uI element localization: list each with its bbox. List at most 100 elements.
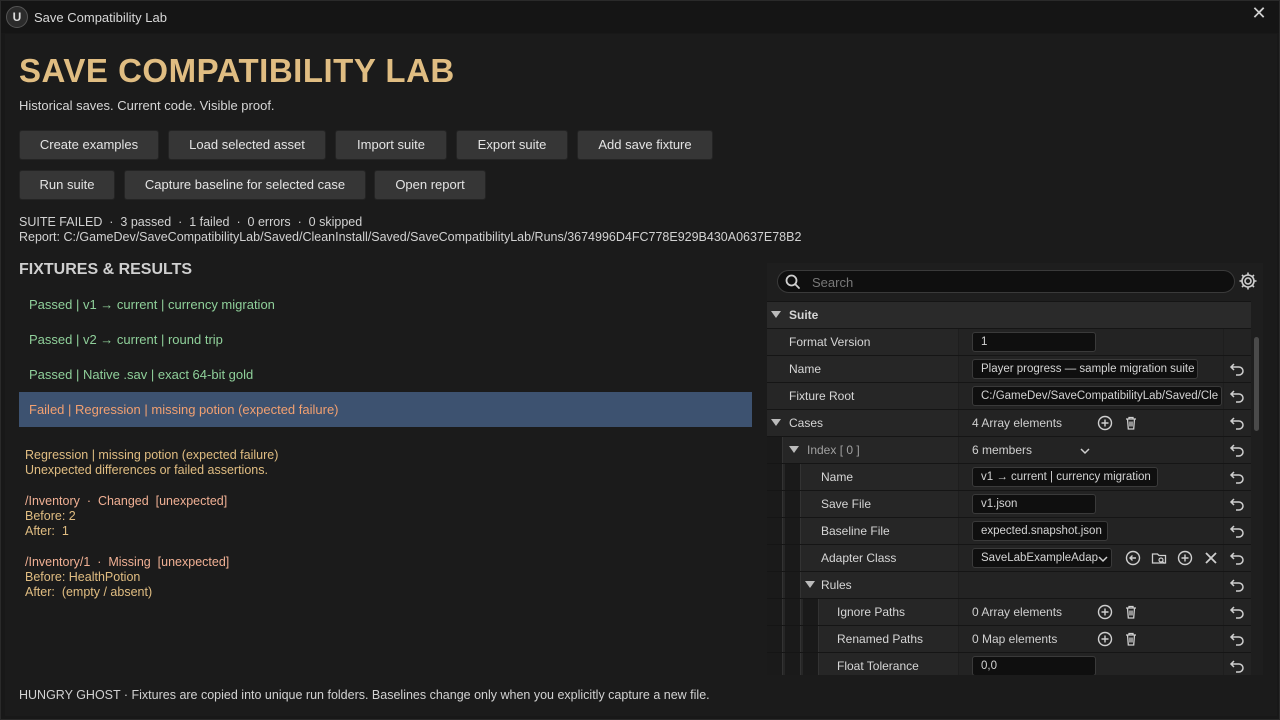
trash-icon[interactable]	[1123, 415, 1139, 431]
trash-icon[interactable]	[1123, 604, 1139, 620]
add-icon[interactable]	[1177, 550, 1193, 566]
indent-guide	[767, 626, 783, 652]
renamed-paths-count: 0 Map elements	[972, 632, 1058, 646]
search-input[interactable]	[812, 273, 1222, 291]
ignore-paths-count: 0 Array elements	[972, 605, 1063, 619]
format-version-field[interactable]: 1	[972, 332, 1096, 352]
diff-header: /Inventory/1 · Missing [unexpected]	[25, 555, 230, 569]
index-members: 6 members	[972, 443, 1033, 457]
indent-guide	[767, 491, 783, 517]
chevron-down-icon[interactable]	[1077, 443, 1093, 459]
chevron-down-icon[interactable]	[789, 446, 799, 453]
property-label: Rules	[821, 578, 852, 592]
chevron-down-icon[interactable]	[805, 581, 815, 588]
indent-guide	[803, 626, 819, 652]
property-label: Baseline File	[821, 524, 890, 538]
footer-text: HUNGRY GHOST · Fixtures are copied into …	[19, 688, 710, 702]
indent-guide	[785, 626, 801, 652]
indent-guide	[785, 545, 801, 571]
reset-arrow-icon[interactable]	[1229, 470, 1245, 484]
details-scrollbar[interactable]	[1254, 337, 1259, 431]
fixture-root-field[interactable]: C:/GameDev/SaveCompatibilityLab/Saved/Cl…	[972, 386, 1222, 406]
adapter-class-value: SaveLabExampleAdap	[981, 552, 1098, 564]
reset-arrow-icon[interactable]	[1229, 578, 1245, 592]
reset-arrow-icon[interactable]	[1229, 551, 1245, 565]
category-suite[interactable]: Suite	[767, 301, 1251, 328]
capture-baseline-button[interactable]: Capture baseline for selected case	[124, 170, 366, 200]
trash-icon[interactable]	[1123, 631, 1139, 647]
indent-guide	[785, 491, 801, 517]
report-path: Report: C:/GameDev/SaveCompatibilityLab/…	[19, 230, 802, 244]
reset-arrow-icon[interactable]	[1229, 416, 1245, 430]
app-window: U Save Compatibility Lab ✕ SAVE COMPATIB…	[0, 0, 1280, 720]
property-label: Format Version	[789, 335, 871, 349]
result-row[interactable]: Passed | v1 → current | currency migrati…	[19, 287, 752, 322]
value-cell	[959, 572, 1223, 598]
diff-before: Before: HealthPotion	[25, 570, 141, 584]
chevron-down-icon[interactable]	[771, 311, 781, 318]
detail-summary: Unexpected differences or failed asserti…	[25, 463, 268, 477]
page-title: SAVE COMPATIBILITY LAB	[19, 52, 455, 89]
add-save-fixture-button[interactable]: Add save fixture	[577, 130, 713, 160]
search-icon	[785, 274, 800, 289]
category-label: Suite	[789, 308, 819, 322]
baseline-file-field[interactable]: expected.snapshot.json	[972, 521, 1108, 541]
browse-folder-icon[interactable]	[1151, 550, 1167, 566]
property-label: Index [ 0 ]	[807, 443, 860, 457]
indent-guide	[785, 572, 801, 598]
reset-cell	[1224, 329, 1251, 355]
reset-arrow-icon[interactable]	[1229, 497, 1245, 511]
reset-arrow-icon[interactable]	[1229, 605, 1245, 619]
indent-guide	[803, 653, 819, 675]
search-box[interactable]	[777, 270, 1235, 293]
chevron-down-icon[interactable]	[1095, 551, 1111, 567]
result-row-selected[interactable]: Failed | Regression | missing potion (ex…	[19, 392, 752, 427]
result-row[interactable]: Passed | v2 → current | round trip	[19, 322, 752, 357]
property-row-ignore-paths: Ignore Paths 0 Array elements	[767, 598, 1251, 625]
chevron-down-icon[interactable]	[771, 419, 781, 426]
property-row-case-name: Name v1 → current | currency migration	[767, 463, 1251, 490]
load-selected-asset-button[interactable]: Load selected asset	[168, 130, 326, 160]
property-row-format-version: Format Version 1	[767, 328, 1251, 355]
property-row-fixture-root: Fixture Root C:/GameDev/SaveCompatibilit…	[767, 382, 1251, 409]
reset-arrow-icon[interactable]	[1229, 632, 1245, 646]
result-row[interactable]: Passed | Native .sav | exact 64-bit gold	[19, 357, 752, 392]
property-label: Name	[789, 362, 822, 376]
case-name-field[interactable]: v1 → current | currency migration	[972, 467, 1158, 487]
property-row-name: Name Player progress — sample migration …	[767, 355, 1251, 382]
gear-icon[interactable]	[1237, 270, 1259, 292]
clear-x-icon[interactable]	[1203, 550, 1219, 566]
reset-arrow-icon[interactable]	[1229, 362, 1245, 376]
details-panel: Suite Format Version 1 Name Player progr…	[767, 263, 1263, 675]
property-row-save-file: Save File v1.json	[767, 490, 1251, 517]
run-suite-button[interactable]: Run suite	[19, 170, 115, 200]
main-content: SAVE COMPATIBILITY LAB Historical saves.…	[5, 34, 1277, 716]
adapter-class-dropdown[interactable]: SaveLabExampleAdap	[972, 548, 1112, 568]
property-row-rules: Rules	[767, 571, 1251, 598]
diff-after: After: 1	[25, 524, 69, 538]
suite-name-field[interactable]: Player progress — sample migration suite	[972, 359, 1198, 379]
reset-arrow-icon[interactable]	[1229, 443, 1245, 457]
indent-guide	[785, 599, 801, 625]
reset-arrow-icon[interactable]	[1229, 389, 1245, 403]
save-file-field[interactable]: v1.json	[972, 494, 1096, 514]
float-tolerance-field[interactable]: 0,0	[972, 656, 1096, 675]
reset-arrow-icon[interactable]	[1229, 524, 1245, 538]
create-examples-button[interactable]: Create examples	[19, 130, 159, 160]
use-selected-arrow-icon[interactable]	[1125, 550, 1141, 566]
cases-count: 4 Array elements	[972, 416, 1063, 430]
property-label: Name	[821, 470, 854, 484]
add-element-icon[interactable]	[1097, 604, 1113, 620]
detail-heading: Regression | missing potion (expected fa…	[25, 448, 279, 462]
close-button[interactable]: ✕	[1249, 4, 1269, 24]
open-report-button[interactable]: Open report	[374, 170, 486, 200]
reset-arrow-icon[interactable]	[1229, 659, 1245, 673]
add-element-icon[interactable]	[1097, 631, 1113, 647]
add-element-icon[interactable]	[1097, 415, 1113, 431]
diff-before: Before: 2	[25, 509, 76, 523]
indent-guide	[767, 437, 783, 463]
export-suite-button[interactable]: Export suite	[456, 130, 568, 160]
indent-guide	[767, 545, 783, 571]
indent-guide	[785, 464, 801, 490]
import-suite-button[interactable]: Import suite	[335, 130, 447, 160]
